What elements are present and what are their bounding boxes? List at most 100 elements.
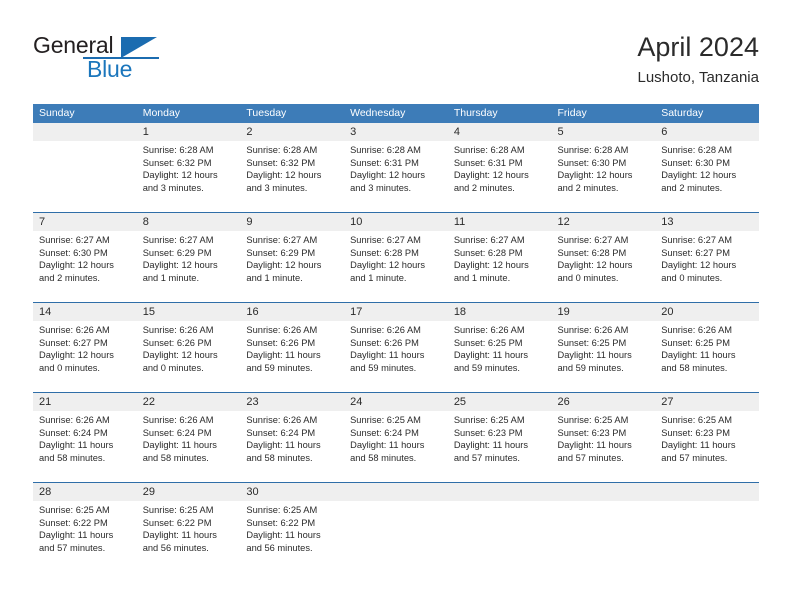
day-info-line: Sunset: 6:26 PM <box>350 337 419 348</box>
weekday-header-row: Sunday Monday Tuesday Wednesday Thursday Frid… <box>33 104 759 123</box>
day-number: 23 <box>240 393 345 411</box>
day-info-line: and 58 minutes. <box>661 362 728 373</box>
day-info-line: Daylight: 12 hours <box>246 170 322 181</box>
day-cell[interactable]: 26 Sunrise: 6:25 AM Sunset: 6:23 PM Dayligh… <box>551 393 656 482</box>
day-info-line: and 57 minutes. <box>39 542 106 553</box>
day-number: 18 <box>447 303 552 321</box>
day-cell[interactable]: 6 Sunrise: 6:28 AM Sunset: 6:30 PM Daylight… <box>655 123 759 212</box>
day-info-line: Daylight: 12 hours <box>557 170 633 181</box>
day-info-line: Daylight: 12 hours <box>453 260 529 271</box>
calendar-weeks: 1 Sunrise: 6:28 AM Sunset: 6:32 PM Daylight… <box>33 123 759 572</box>
day-cell[interactable]: 19 Sunrise: 6:26 AM Sunset: 6:25 PM Dayligh… <box>551 303 656 392</box>
day-info-line: and 3 minutes. <box>246 182 308 193</box>
day-cell[interactable]: 29 Sunrise: 6:25 AM Sunset: 6:22 PM Dayligh… <box>136 483 241 572</box>
day-info: Sunrise: 6:26 AM Sunset: 6:25 PM Daylight:… <box>448 321 552 374</box>
day-number: 3 <box>344 123 448 141</box>
day-info-line: Sunrise: 6:26 AM <box>557 325 629 335</box>
day-info-line: and 2 minutes. <box>557 182 619 193</box>
day-info: Sunrise: 6:27 AM Sunset: 6:27 PM Daylight:… <box>655 231 759 284</box>
day-cell[interactable]: 30 Sunrise: 6:25 AM Sunset: 6:22 PM Dayligh… <box>240 483 345 572</box>
day-number: 1 <box>136 123 241 141</box>
day-cell[interactable]: 22 Sunrise: 6:26 AM Sunset: 6:24 PM Dayligh… <box>136 393 241 482</box>
day-info-line: Daylight: 11 hours <box>246 350 321 361</box>
day-cell[interactable]: 18 Sunrise: 6:26 AM Sunset: 6:25 PM Dayligh… <box>447 303 552 392</box>
day-cell-empty <box>551 483 656 572</box>
day-cell[interactable]: 24 Sunrise: 6:25 AM Sunset: 6:24 PM Dayligh… <box>344 393 448 482</box>
general-blue-logo[interactable]: General Blue <box>33 32 163 84</box>
day-cell[interactable]: 7 Sunrise: 6:27 AM Sunset: 6:30 PM Daylight… <box>33 213 137 302</box>
day-info-line: Sunset: 6:32 PM <box>142 157 212 168</box>
calendar-week-row: 1 Sunrise: 6:28 AM Sunset: 6:32 PM Daylight… <box>33 123 759 212</box>
day-info-line: Sunset: 6:23 PM <box>557 427 627 438</box>
day-cell[interactable]: 11 Sunrise: 6:27 AM Sunset: 6:28 PM Dayligh… <box>447 213 552 302</box>
weekday-header-friday: Friday <box>557 107 587 119</box>
day-cell[interactable]: 4 Sunrise: 6:28 AM Sunset: 6:31 PM Daylight… <box>447 123 552 212</box>
day-info-line: and 59 minutes. <box>453 362 520 373</box>
day-cell[interactable]: 15 Sunrise: 6:26 AM Sunset: 6:26 PM Dayligh… <box>136 303 241 392</box>
day-info-line: Sunrise: 6:28 AM <box>142 145 214 155</box>
day-info-line: and 0 minutes. <box>142 362 204 373</box>
day-info-line: and 2 minutes. <box>39 272 100 283</box>
day-info-line: and 58 minutes. <box>350 452 417 463</box>
day-info: Sunrise: 6:28 AM Sunset: 6:31 PM Daylight:… <box>344 141 448 194</box>
day-info-line: Sunset: 6:27 PM <box>39 337 108 348</box>
day-cell[interactable]: 21 Sunrise: 6:26 AM Sunset: 6:24 PM Dayligh… <box>33 393 137 482</box>
day-number: 14 <box>33 303 137 321</box>
weekday-header-saturday: Saturday <box>661 107 704 119</box>
day-info-line: Daylight: 11 hours <box>453 440 529 451</box>
day-info <box>655 501 759 504</box>
day-cell[interactable]: 3 Sunrise: 6:28 AM Sunset: 6:31 PM Daylight… <box>344 123 448 212</box>
page-subtitle: Lushoto, Tanzania <box>637 69 760 86</box>
day-number: 10 <box>344 213 448 231</box>
day-number <box>551 483 656 501</box>
day-info-line: Daylight: 12 hours <box>246 260 322 271</box>
day-info-line: Sunrise: 6:25 AM <box>39 505 110 515</box>
day-info-line: Daylight: 12 hours <box>142 350 218 361</box>
day-info-line: Sunrise: 6:28 AM <box>246 145 318 155</box>
day-info-line: Sunset: 6:26 PM <box>142 337 212 348</box>
day-info-line: Sunrise: 6:26 AM <box>246 325 318 335</box>
day-info: Sunrise: 6:25 AM Sunset: 6:23 PM Daylight:… <box>655 411 759 464</box>
day-info-line: Sunrise: 6:26 AM <box>142 415 214 425</box>
day-cell[interactable]: 25 Sunrise: 6:25 AM Sunset: 6:23 PM Dayligh… <box>447 393 552 482</box>
day-number: 2 <box>240 123 345 141</box>
calendar-week-inner: 14 Sunrise: 6:26 AM Sunset: 6:27 PM Dayligh… <box>33 303 759 392</box>
day-info: Sunrise: 6:25 AM Sunset: 6:24 PM Daylight:… <box>344 411 448 464</box>
day-number: 29 <box>136 483 241 501</box>
day-info-line: Sunrise: 6:25 AM <box>246 505 318 515</box>
day-cell[interactable]: 5 Sunrise: 6:28 AM Sunset: 6:30 PM Daylight… <box>551 123 656 212</box>
day-cell[interactable]: 10 Sunrise: 6:27 AM Sunset: 6:28 PM Dayligh… <box>344 213 448 302</box>
day-cell[interactable]: 12 Sunrise: 6:27 AM Sunset: 6:28 PM Dayligh… <box>551 213 656 302</box>
day-number <box>344 483 448 501</box>
day-info-line: Sunrise: 6:26 AM <box>661 325 733 335</box>
day-info-line: Daylight: 11 hours <box>557 440 632 451</box>
day-info: Sunrise: 6:27 AM Sunset: 6:28 PM Daylight:… <box>552 231 656 284</box>
calendar-week-row: 7 Sunrise: 6:27 AM Sunset: 6:30 PM Daylight… <box>33 212 759 302</box>
day-info-line: Sunrise: 6:27 AM <box>39 235 110 245</box>
day-cell[interactable]: 16 Sunrise: 6:26 AM Sunset: 6:26 PM Dayligh… <box>240 303 345 392</box>
day-info-line: Daylight: 12 hours <box>661 170 737 181</box>
triangle-logo-icon <box>121 37 157 58</box>
day-cell[interactable]: 28 Sunrise: 6:25 AM Sunset: 6:22 PM Dayligh… <box>33 483 137 572</box>
day-cell[interactable]: 1 Sunrise: 6:28 AM Sunset: 6:32 PM Daylight… <box>136 123 241 212</box>
day-number: 26 <box>551 393 656 411</box>
day-cell[interactable]: 17 Sunrise: 6:26 AM Sunset: 6:26 PM Dayligh… <box>344 303 448 392</box>
day-number: 20 <box>655 303 759 321</box>
calendar-grid: Sunday Monday Tuesday Wednesday Thursday Frid… <box>33 104 759 572</box>
day-cell[interactable]: 9 Sunrise: 6:27 AM Sunset: 6:29 PM Daylight… <box>240 213 345 302</box>
day-info-line: and 56 minutes. <box>246 542 313 553</box>
day-cell[interactable]: 13 Sunrise: 6:27 AM Sunset: 6:27 PM Dayligh… <box>655 213 759 302</box>
day-cell[interactable]: 2 Sunrise: 6:28 AM Sunset: 6:32 PM Daylight… <box>240 123 345 212</box>
day-cell[interactable]: 14 Sunrise: 6:26 AM Sunset: 6:27 PM Dayligh… <box>33 303 137 392</box>
day-info-line: Daylight: 11 hours <box>350 440 425 451</box>
day-info-line: Sunset: 6:22 PM <box>142 517 212 528</box>
day-info-line: and 57 minutes. <box>557 452 624 463</box>
day-info-line: Sunrise: 6:28 AM <box>557 145 629 155</box>
day-cell[interactable]: 8 Sunrise: 6:27 AM Sunset: 6:29 PM Daylight… <box>136 213 241 302</box>
day-cell[interactable]: 20 Sunrise: 6:26 AM Sunset: 6:25 PM Dayligh… <box>655 303 759 392</box>
day-info-line: Sunset: 6:25 PM <box>453 337 523 348</box>
day-cell[interactable]: 23 Sunrise: 6:26 AM Sunset: 6:24 PM Dayligh… <box>240 393 345 482</box>
day-cell[interactable]: 27 Sunrise: 6:25 AM Sunset: 6:23 PM Dayligh… <box>655 393 759 482</box>
brand-word-blue: Blue <box>87 56 133 82</box>
day-info-line: and 58 minutes. <box>39 452 106 463</box>
